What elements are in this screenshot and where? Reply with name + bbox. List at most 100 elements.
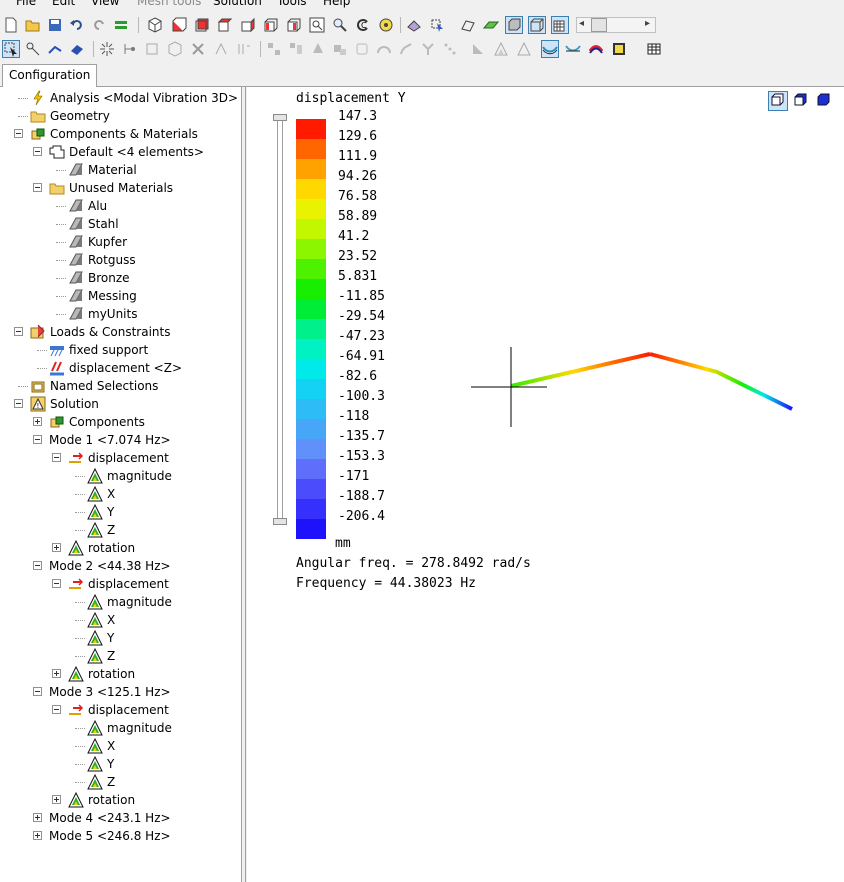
redo-button[interactable] [90,16,108,34]
menu-file[interactable]: File [16,0,36,8]
transparency-slider[interactable]: ◂ ▸ [576,17,656,33]
tree-node[interactable]: Alu [0,197,240,215]
mesh-edit-7-button[interactable] [397,40,415,58]
legend-slider-top-knob[interactable] [273,114,287,121]
menu-help[interactable]: Help [323,0,350,8]
mesh-edit-10-button[interactable] [469,40,487,58]
tree-node[interactable]: Components & Materials [0,125,240,143]
equal-icon-button[interactable] [112,16,130,34]
rotate-button[interactable]: C [354,16,372,34]
tree-node[interactable]: rotation [0,791,240,809]
select-edge-button[interactable] [46,40,64,58]
tree-node[interactable]: Unused Materials [0,179,240,197]
expand-plus-icon[interactable] [52,543,61,552]
menu-solution[interactable]: Solution [213,0,262,8]
view-front-button[interactable] [170,16,188,34]
expand-plus-icon[interactable] [52,795,61,804]
tree-node[interactable]: displacement <Z> [0,359,240,377]
animation-button[interactable] [587,40,605,58]
open-file-button[interactable] [24,16,42,34]
tree-node[interactable]: Mode 4 <243.1 Hz> [0,809,240,827]
tree-node[interactable]: displacement [0,449,240,467]
tree-node[interactable]: Material [0,161,240,179]
geometry-button[interactable] [459,16,477,34]
collapse-minus-icon[interactable] [33,687,42,696]
view-back-button[interactable] [193,16,211,34]
legend-slider-bottom-knob[interactable] [273,518,287,525]
collapse-minus-icon[interactable] [33,435,42,444]
menu-mesh-tools[interactable]: Mesh tools [137,0,201,8]
tree-node[interactable]: Y [0,629,240,647]
tree-node[interactable]: magnitude [0,593,240,611]
tree-node[interactable]: magnitude [0,719,240,737]
tree-node[interactable]: Mode 5 <246.8 Hz> [0,827,240,845]
table-view-button[interactable] [645,40,663,58]
tree-node[interactable]: Components [0,413,240,431]
save-button[interactable] [46,16,64,34]
surface-button[interactable] [482,16,500,34]
tree-node[interactable]: Default <4 elements> [0,143,240,161]
select-dropdown-button[interactable] [428,16,446,34]
collapse-minus-icon[interactable] [52,453,61,462]
pan-button[interactable] [377,16,395,34]
tree-node[interactable]: Y [0,755,240,773]
tree-node[interactable]: Geometry [0,107,240,125]
collapse-minus-icon[interactable] [33,561,42,570]
tree-node[interactable]: Named Selections [0,377,240,395]
tree-node[interactable]: displacement [0,701,240,719]
tree-node[interactable]: Mode 2 <44.38 Hz> [0,557,240,575]
merge-tool-button[interactable] [212,40,230,58]
slider-left-arrow-icon[interactable]: ◂ [579,18,584,29]
mesh-edit-2-button[interactable] [287,40,305,58]
tree-node[interactable]: Loads & Constraints [0,323,240,341]
tree-node[interactable]: Z [0,521,240,539]
video-button[interactable] [610,40,628,58]
tree-node[interactable]: X [0,611,240,629]
new-file-button[interactable] [2,16,20,34]
tree-node[interactable]: Stahl [0,215,240,233]
expand-plus-icon[interactable] [52,669,61,678]
view-iso-button[interactable] [146,16,164,34]
view-top-button[interactable] [216,16,234,34]
mesh-edit-6-button[interactable] [375,40,393,58]
menu-edit[interactable]: Edit [52,0,75,8]
tree-node[interactable]: Rotguss [0,251,240,269]
tree-node[interactable]: X [0,737,240,755]
legend-range-slider[interactable] [277,115,283,521]
expand-plus-icon[interactable] [33,417,42,426]
select-pointer-button[interactable] [2,40,20,58]
collapse-minus-icon[interactable] [33,183,42,192]
tree-node[interactable]: Mode 1 <7.074 Hz> [0,431,240,449]
tree-node[interactable]: ! Solution [0,395,240,413]
mesh-edit-12-button[interactable] [515,40,533,58]
collapse-minus-icon[interactable] [33,147,42,156]
expand-plus-icon[interactable] [33,831,42,840]
view-right-button[interactable] [285,16,303,34]
undeformed-view-button[interactable] [564,40,582,58]
mesh-edit-11-button[interactable] [492,40,510,58]
mesh-edit-3-button[interactable] [309,40,327,58]
slider-thumb[interactable] [591,18,607,32]
view-solid-blue-icon[interactable] [814,91,834,111]
collapse-minus-icon[interactable] [52,705,61,714]
tree-node[interactable]: Z [0,773,240,791]
slider-right-arrow-icon[interactable]: ▸ [645,18,650,29]
mesh-edit-1-button[interactable] [265,40,283,58]
select-node-button[interactable] [24,40,42,58]
mesh-edit-8-button[interactable] [419,40,437,58]
undo-button[interactable] [68,16,86,34]
view-shaded-icon[interactable] [768,91,788,111]
tree-node[interactable]: displacement [0,575,240,593]
delete-tool-button[interactable] [189,40,207,58]
tree-node[interactable]: rotation [0,665,240,683]
shaded-view-button[interactable] [505,16,523,34]
menu-view[interactable]: View [91,0,119,8]
zoom-fit-button[interactable] [308,16,326,34]
tree-node[interactable]: rotation [0,539,240,557]
view-left-button[interactable] [262,16,280,34]
tree-node[interactable]: magnitude [0,467,240,485]
menu-tools[interactable]: Tools [277,0,307,8]
tree-node[interactable]: Analysis <Modal Vibration 3D> [0,89,240,107]
node-tool-button[interactable] [120,40,138,58]
mesh-edit-4-button[interactable] [331,40,349,58]
